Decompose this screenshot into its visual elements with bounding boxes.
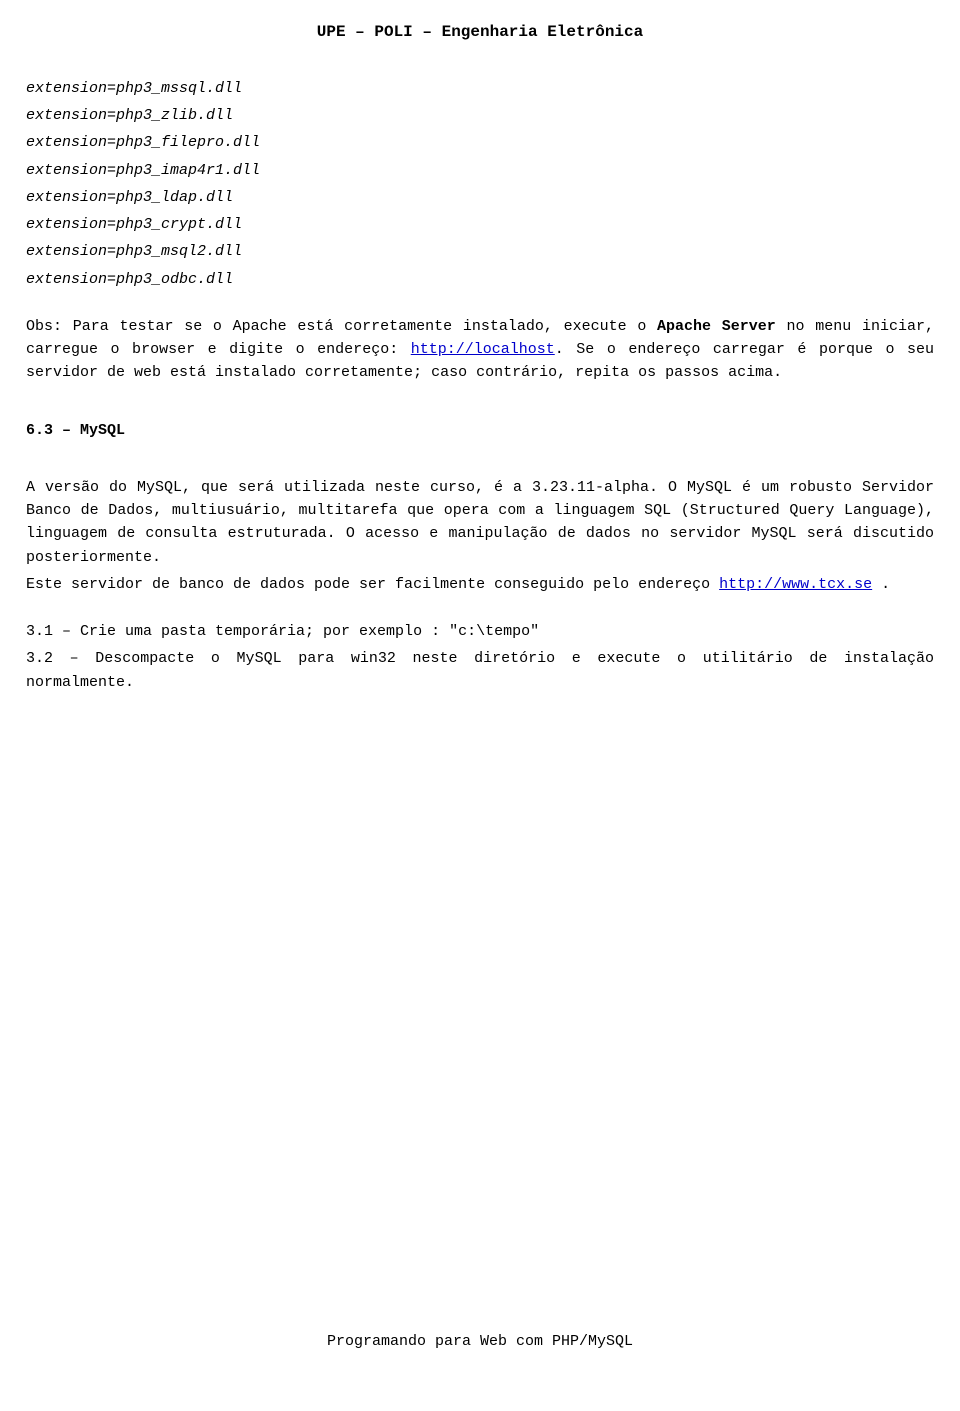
page-footer: Programando para Web com PHP/MySQL — [0, 1330, 960, 1353]
localhost-link[interactable]: http://localhost — [411, 341, 555, 358]
extension-line: extension=php3_zlib.dll — [26, 104, 934, 127]
mysql-paragraph-1: A versão do MySQL, que será utilizada ne… — [26, 476, 934, 569]
footer-text: Programando para Web com PHP/MySQL — [327, 1333, 633, 1350]
mysql-text: . — [872, 576, 890, 593]
obs-bold: Apache Server — [657, 318, 776, 335]
mysql-text: Este servidor de banco de dados pode ser… — [26, 576, 719, 593]
header-title: UPE – POLI – Engenharia Eletrônica — [317, 23, 643, 41]
extension-line: extension=php3_odbc.dll — [26, 268, 934, 291]
extension-list: extension=php3_mssql.dll extension=php3_… — [26, 77, 934, 291]
document-page: UPE – POLI – Engenharia Eletrônica exten… — [0, 0, 960, 1411]
mysql-heading: 6.3 – MySQL — [26, 419, 934, 442]
mysql-paragraph-2: Este servidor de banco de dados pode ser… — [26, 573, 934, 596]
extension-line: extension=php3_msql2.dll — [26, 240, 934, 263]
step-line: 3.1 – Crie uma pasta temporária; por exe… — [26, 620, 934, 643]
extension-line: extension=php3_crypt.dll — [26, 213, 934, 236]
step-line: 3.2 – Descompacte o MySQL para win32 nes… — [26, 647, 934, 694]
steps-block: 3.1 – Crie uma pasta temporária; por exe… — [26, 620, 934, 694]
extension-line: extension=php3_ldap.dll — [26, 186, 934, 209]
extension-line: extension=php3_mssql.dll — [26, 77, 934, 100]
obs-text: Obs: Para testar se o Apache está corret… — [26, 318, 657, 335]
obs-paragraph: Obs: Para testar se o Apache está corret… — [26, 315, 934, 385]
page-header: UPE – POLI – Engenharia Eletrônica — [26, 20, 934, 45]
extension-line: extension=php3_filepro.dll — [26, 131, 934, 154]
tcx-link[interactable]: http://www.tcx.se — [719, 576, 872, 593]
extension-line: extension=php3_imap4r1.dll — [26, 159, 934, 182]
